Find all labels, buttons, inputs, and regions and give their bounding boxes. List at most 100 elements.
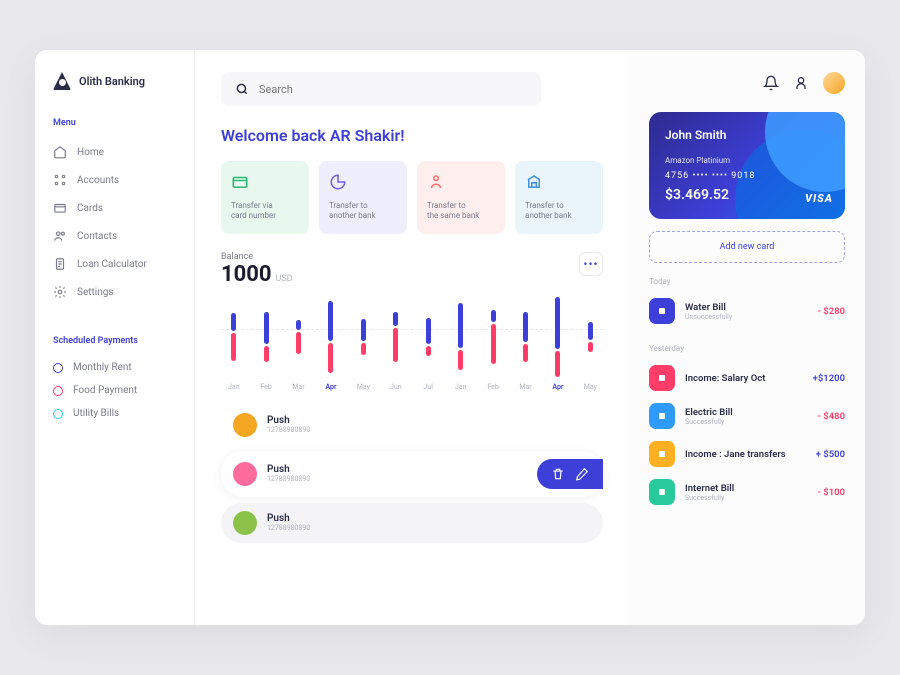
edit-icon[interactable] (575, 467, 589, 481)
chart-bar (351, 297, 376, 377)
scheduled-item[interactable]: Food Payment (53, 379, 176, 402)
scheduled-label: Monthly Rent (73, 362, 132, 373)
transaction-row[interactable]: Income : Jane transfers + $500 (649, 435, 845, 473)
menu-label: Settings (77, 287, 114, 298)
sidebar-item-contacts[interactable]: Contacts (53, 222, 176, 250)
main-panel: Welcome back AR Shakir! Transfer viacard… (195, 50, 629, 625)
transaction-row[interactable]: Income: Salary Oct +$1200 (649, 359, 845, 397)
sidebar-item-settings[interactable]: Settings (53, 278, 176, 306)
menu-icon (53, 173, 67, 187)
menu-label: Contacts (77, 231, 117, 242)
month-label: May (578, 383, 603, 391)
chart-bar (253, 297, 278, 377)
action-icon (231, 173, 249, 191)
contact-avatar (233, 511, 257, 535)
menu-icon (53, 201, 67, 215)
month-label: Mar (286, 383, 311, 391)
action-label: Transfer viacard number (231, 201, 299, 222)
status-ring-icon (53, 409, 63, 419)
status-ring-icon (53, 363, 63, 373)
sidebar-item-loan-calculator[interactable]: Loan Calculator (53, 250, 176, 278)
action-label: Transfer toanother bank (525, 201, 593, 222)
search-input[interactable] (259, 83, 527, 96)
contact-row[interactable]: Push 12788980890 (221, 451, 603, 497)
credit-card[interactable]: John Smith Amazon Platinium 4756 •••• ••… (649, 112, 845, 219)
tx-icon (649, 441, 675, 467)
chart-bar (480, 297, 505, 377)
action-card[interactable]: Transfer toanother bank (319, 161, 407, 234)
logo[interactable]: Olith Banking (53, 72, 176, 90)
tx-title: Water Bill (685, 302, 732, 313)
scheduled-item[interactable]: Utility Bills (53, 402, 176, 425)
action-card[interactable]: Transfer toanother bank (515, 161, 603, 234)
sidebar-item-accounts[interactable]: Accounts (53, 166, 176, 194)
tx-icon (649, 365, 675, 391)
month-label: Mar (513, 383, 538, 391)
chart-bar (578, 297, 603, 377)
tx-group: Today Water Bill Unsuccessfully - $280 (649, 277, 845, 330)
month-label: Jul (416, 383, 441, 391)
row-actions (537, 459, 603, 489)
search-icon (235, 82, 249, 96)
month-label: May (351, 383, 376, 391)
transaction-row[interactable]: Water Bill Unsuccessfully - $280 (649, 292, 845, 330)
card-holder: John Smith (665, 128, 829, 142)
contact-row[interactable]: Push 12788980890 (221, 405, 603, 445)
scheduled-label: Food Payment (73, 385, 137, 396)
tx-status: Successfully (685, 494, 734, 502)
chart-bar (448, 297, 473, 377)
action-card[interactable]: Transfer viacard number (221, 161, 309, 234)
balance-value: 1000USD (221, 262, 293, 287)
month-label: Jan (448, 383, 473, 391)
month-label: Jan (221, 383, 246, 391)
tx-icon (649, 479, 675, 505)
chart-bar (221, 297, 246, 377)
month-label: Feb (253, 383, 278, 391)
tx-amount: - $480 (817, 411, 845, 422)
action-card[interactable]: Transfer tothe same bank (417, 161, 505, 234)
scheduled-item[interactable]: Monthly Rent (53, 356, 176, 379)
user-icon[interactable] (793, 75, 809, 91)
chart-bar (545, 297, 570, 377)
tx-title: Electric Bill (685, 407, 733, 418)
more-button[interactable]: ••• (579, 252, 603, 276)
tx-group: Yesterday Income: Salary Oct +$1200 Elec… (649, 344, 845, 511)
menu-icon (53, 229, 67, 243)
menu-label: Loan Calculator (77, 259, 147, 270)
sidebar-item-home[interactable]: Home (53, 138, 176, 166)
contact-number: 12788980890 (267, 524, 310, 532)
scheduled-heading: Scheduled Payments (53, 336, 176, 346)
chart-bar (513, 297, 538, 377)
chart-bar (318, 297, 343, 377)
contact-name: Push (267, 464, 310, 475)
scheduled-label: Utility Bills (73, 408, 119, 419)
menu-label: Accounts (77, 175, 119, 186)
bell-icon[interactable] (763, 75, 779, 91)
logo-icon (53, 72, 71, 90)
menu-icon (53, 285, 67, 299)
tx-group-label: Today (649, 277, 845, 286)
welcome-text: Welcome back AR Shakir! (221, 126, 603, 145)
action-icon (427, 173, 445, 191)
sidebar: Olith Banking Menu Home Accounts Cards C… (35, 50, 195, 625)
transaction-row[interactable]: Internet Bill Successfully - $100 (649, 473, 845, 511)
profile-avatar[interactable] (823, 72, 845, 94)
action-label: Transfer tothe same bank (427, 201, 495, 222)
contact-number: 12788980890 (267, 426, 310, 434)
chart-bar (416, 297, 441, 377)
contact-row[interactable]: Push 12788980890 (221, 503, 603, 543)
tx-title: Internet Bill (685, 483, 734, 494)
contact-avatar (233, 413, 257, 437)
action-icon (329, 173, 347, 191)
menu-label: Cards (77, 203, 103, 214)
add-card-button[interactable]: Add new card (649, 231, 845, 263)
right-panel: John Smith Amazon Platinium 4756 •••• ••… (629, 50, 865, 625)
month-label: Apr (318, 383, 343, 391)
search-bar[interactable] (221, 72, 541, 106)
menu-label: Home (77, 147, 104, 158)
app-shell: Olith Banking Menu Home Accounts Cards C… (35, 50, 865, 625)
balance-chart (221, 297, 603, 377)
sidebar-item-cards[interactable]: Cards (53, 194, 176, 222)
transaction-row[interactable]: Electric Bill Successfully - $480 (649, 397, 845, 435)
delete-icon[interactable] (551, 467, 565, 481)
